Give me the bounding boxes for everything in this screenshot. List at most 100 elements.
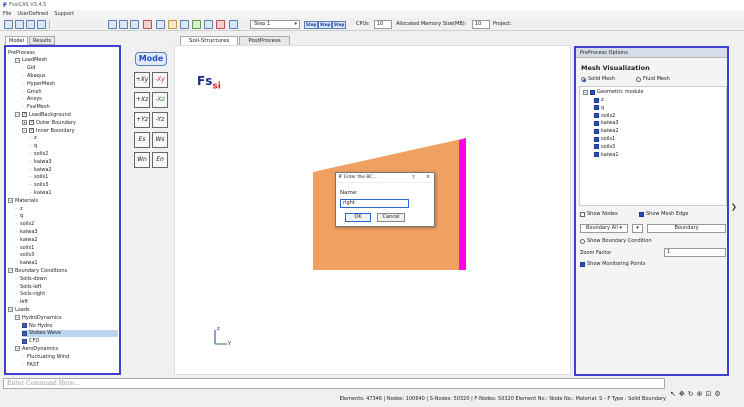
- tree-item[interactable]: − LoadBackground: [15, 111, 71, 118]
- tree-item[interactable]: ┈ kaiwa1: [15, 260, 38, 267]
- tree-item[interactable]: ┈ kaiwa2: [15, 236, 38, 243]
- tree-item[interactable]: − LoadMesh: [15, 57, 47, 64]
- checkbox-icon[interactable]: [594, 97, 599, 103]
- collapse-icon[interactable]: −: [15, 315, 20, 321]
- cancel-button[interactable]: Cancel: [377, 213, 405, 222]
- tree-item[interactable]: No Hydro: [22, 322, 52, 329]
- command-input[interactable]: Enter Command Here...: [3, 378, 665, 389]
- settings-icon[interactable]: ⚙: [714, 390, 720, 398]
- pan-icon[interactable]: ✥: [679, 390, 685, 398]
- view-minus-xy-button[interactable]: -Xy: [152, 72, 168, 88]
- settings-icon[interactable]: [229, 20, 238, 29]
- checkbox-icon[interactable]: [594, 105, 599, 111]
- tab-results[interactable]: Results: [29, 36, 56, 45]
- step-select[interactable]: Step 1 ▾: [250, 20, 300, 29]
- checkbox-icon[interactable]: [594, 152, 599, 158]
- tree-item[interactable]: ┈ z: [15, 205, 23, 212]
- tree-item[interactable]: ┈ Ansys: [22, 96, 42, 103]
- view-wn-button[interactable]: Wn: [134, 152, 150, 168]
- step-button-2[interactable]: Step: [318, 21, 333, 29]
- tree-item[interactable]: − Materials: [8, 197, 38, 204]
- tree-item[interactable]: − AeroDynamics: [15, 345, 58, 352]
- dropdown-button[interactable]: ▾: [632, 224, 643, 233]
- cursor-icon[interactable]: ↖: [670, 390, 676, 398]
- monitor-icon[interactable]: [192, 20, 201, 29]
- collapse-icon[interactable]: −: [15, 57, 20, 63]
- tree-item[interactable]: ┈ Fluctuating Wind: [22, 353, 69, 360]
- mode-button[interactable]: Mode: [135, 52, 167, 66]
- checkbox-icon[interactable]: [29, 127, 34, 133]
- memory-input[interactable]: 10: [472, 20, 490, 29]
- tree-item[interactable]: − HydroDynamics: [15, 314, 62, 321]
- tree-item[interactable]: ┈ soils2: [15, 221, 34, 228]
- tab-model[interactable]: Model: [5, 36, 29, 45]
- fit-icon[interactable]: ⊡: [706, 390, 712, 398]
- rotate-icon[interactable]: ↻: [688, 390, 694, 398]
- geo-item-3[interactable]: kaiwa3: [594, 120, 619, 126]
- collapse-icon[interactable]: −: [8, 198, 13, 204]
- fluid-mesh-radio[interactable]: Fluid Mesh: [636, 76, 670, 82]
- show-mesh-edge-checkbox[interactable]: Show Mesh Edge: [639, 211, 688, 217]
- tree-item[interactable]: ┈ kaiwa3: [29, 158, 52, 165]
- step-button-1[interactable]: Step: [304, 21, 319, 29]
- tree-item[interactable]: ┈ FssiMesh: [22, 104, 50, 111]
- tree-item[interactable]: ┈ Gmsh: [22, 88, 42, 95]
- geo-item-2[interactable]: soils2: [594, 113, 615, 119]
- geometric-module-item[interactable]: − Geometric module: [583, 89, 643, 95]
- boundary-all-select[interactable]: Boundary All ▾: [580, 224, 628, 233]
- tree-item[interactable]: ┈ soils3: [15, 252, 34, 259]
- geo-item-0[interactable]: z: [594, 97, 604, 103]
- checkbox-icon[interactable]: [594, 120, 599, 126]
- view-plus-yz-button[interactable]: +Yz: [134, 112, 150, 128]
- tree-item[interactable]: CFD: [22, 338, 39, 345]
- tree-item[interactable]: ┈ soils2: [29, 150, 48, 157]
- tree-item[interactable]: − Loads: [8, 306, 30, 313]
- geo-item-7[interactable]: kaiwa1: [594, 152, 619, 158]
- save-as-icon[interactable]: [37, 20, 46, 29]
- tree-item[interactable]: ┈ kaiwa1: [29, 189, 52, 196]
- checkbox-icon[interactable]: [594, 144, 599, 150]
- solid-mesh-radio[interactable]: Solid Mesh: [581, 76, 615, 82]
- view-es-button[interactable]: Es: [134, 132, 150, 148]
- load-icon[interactable]: [156, 20, 165, 29]
- table-icon[interactable]: [130, 20, 139, 29]
- tree-item[interactable]: + Outer Boundary: [22, 119, 76, 126]
- panel-collapse-icon[interactable]: ❯: [731, 203, 737, 211]
- tree-item[interactable]: ┈ q: [15, 213, 23, 220]
- cpus-input[interactable]: 10: [374, 20, 392, 29]
- tree-item[interactable]: ┈ HyperMesh: [22, 80, 55, 87]
- view-plus-xy-button[interactable]: +Xy: [134, 72, 150, 88]
- view-minus-xz-button[interactable]: -Xz: [152, 92, 168, 108]
- new-file-icon[interactable]: [4, 20, 13, 29]
- geo-item-5[interactable]: soils1: [594, 136, 615, 142]
- tree-item[interactable]: Stokes Wave: [22, 329, 118, 337]
- tree-item[interactable]: ┈ soils1: [29, 174, 48, 181]
- checkbox-icon[interactable]: [590, 89, 595, 95]
- view-plus-xz-button[interactable]: +Xz: [134, 92, 150, 108]
- wave-icon[interactable]: [216, 20, 225, 29]
- tree-item[interactable]: ┈ left: [15, 299, 28, 306]
- mesh-icon[interactable]: [119, 20, 128, 29]
- show-boundary-condition-radio[interactable]: Show Boundary Condition: [580, 238, 652, 244]
- chart-icon[interactable]: [204, 20, 213, 29]
- menu-support[interactable]: Support: [54, 11, 74, 17]
- tree-item[interactable]: − Boundary Conditions: [8, 267, 67, 274]
- geo-item-6[interactable]: soils3: [594, 144, 615, 150]
- tree-item[interactable]: ┈ soils3: [29, 182, 48, 189]
- material-icon[interactable]: [168, 20, 177, 29]
- tree-item[interactable]: ┈ Soils-down: [15, 275, 47, 282]
- tree-item[interactable]: ┈ kaiwa2: [29, 166, 52, 173]
- checkbox-icon[interactable]: [594, 113, 599, 119]
- view-minus-yz-button[interactable]: -Yz: [152, 112, 168, 128]
- analysis-icon[interactable]: [180, 20, 189, 29]
- zoom-icon[interactable]: ⊕: [697, 390, 703, 398]
- menu-file[interactable]: File: [3, 11, 11, 17]
- close-icon[interactable]: ×: [426, 174, 430, 180]
- grid-icon[interactable]: [108, 20, 117, 29]
- tree-item[interactable]: PreProcess: [8, 49, 35, 56]
- tree-item[interactable]: ┈ FAST: [22, 361, 39, 368]
- bc-name-input[interactable]: right: [340, 199, 409, 208]
- collapse-icon[interactable]: −: [8, 268, 13, 274]
- collapse-icon[interactable]: −: [8, 307, 13, 313]
- menu-userdefined[interactable]: UserDefined: [17, 11, 48, 17]
